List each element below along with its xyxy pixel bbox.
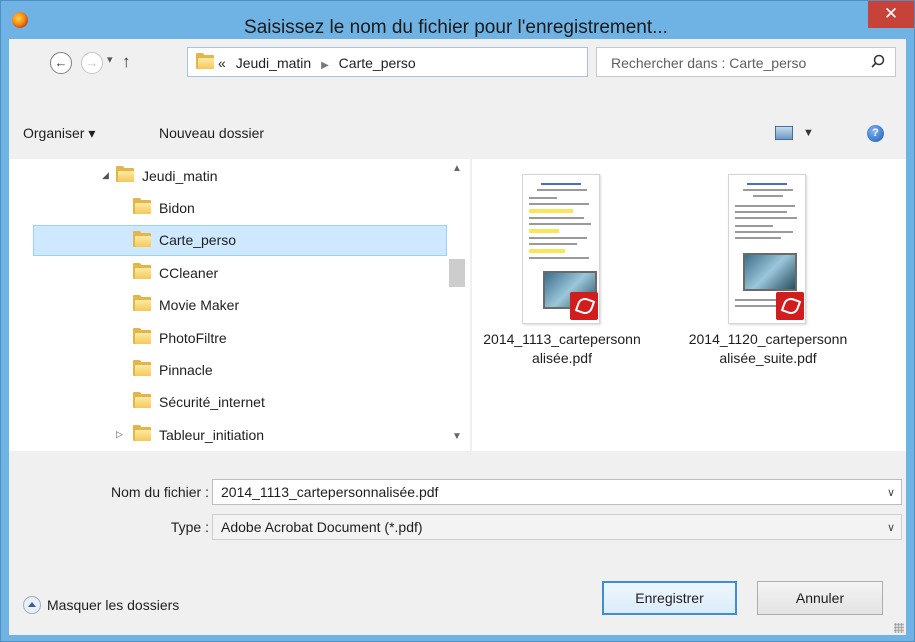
tree-item-carte-perso[interactable]: Carte_perso <box>33 225 447 256</box>
close-button[interactable]: ✕ <box>868 1 914 28</box>
tree-item-label: Carte_perso <box>159 232 237 248</box>
scroll-up-icon[interactable]: ▲ <box>452 163 462 174</box>
address-row: ← → ▾ ↑ « Jeudi_matin ▶ Carte_perso ∨ ↻ … <box>9 39 906 85</box>
tree-item-label: Bidon <box>159 200 195 216</box>
tree-item-pinnacle[interactable]: Pinnacle <box>9 355 447 386</box>
chevron-down-icon[interactable]: ∨ <box>887 521 895 534</box>
file-name: 2014_1120_cartepersonnalisée_suite.pdf <box>688 331 848 366</box>
breadcrumb[interactable]: « Jeudi_matin ▶ Carte_perso <box>218 55 416 71</box>
back-button[interactable]: ← <box>50 52 72 74</box>
tree-item-tableur-initiation[interactable]: ▷ Tableur_initiation <box>9 420 447 451</box>
breadcrumb-overflow[interactable]: « <box>218 55 226 71</box>
save-button[interactable]: Enregistrer <box>602 581 737 615</box>
organize-button[interactable]: Organiser ▾ <box>23 125 95 142</box>
folder-icon <box>133 392 151 408</box>
hide-folders-label: Masquer les dossiers <box>47 597 180 613</box>
filename-label: Nom du fichier : <box>110 484 209 500</box>
pdf-icon <box>570 292 598 320</box>
folder-icon <box>133 360 151 376</box>
file-item[interactable]: 2014_1113_cartepersonnalisée.pdf <box>482 174 642 414</box>
tree-item-bidon[interactable]: Bidon <box>9 193 447 224</box>
address-bar[interactable]: « Jeudi_matin ▶ Carte_perso ∨ ↻ <box>187 47 756 77</box>
command-bar: Organiser ▾ Nouveau dossier ▼ ? <box>9 117 906 151</box>
tree-item-jeudi-matin[interactable]: ◢ Jeudi_matin <box>9 161 447 192</box>
tree-item-label: Sécurité_internet <box>159 394 265 410</box>
breadcrumb-separator-icon[interactable]: ▶ <box>321 60 329 71</box>
up-arrow-icon[interactable]: ↑ <box>122 52 131 72</box>
file-item[interactable]: 2014_1120_cartepersonnalisée_suite.pdf <box>688 174 848 414</box>
breadcrumb-carte-perso[interactable]: Carte_perso <box>339 55 416 71</box>
file-list[interactable]: 2014_1113_cartepersonnalisée.pdf 2014_11… <box>472 159 906 451</box>
pdf-icon <box>776 292 804 320</box>
dialog-body: ← → ▾ ↑ « Jeudi_matin ▶ Carte_perso ∨ ↻ … <box>9 39 906 635</box>
search-placeholder: Rechercher dans : Carte_perso <box>611 55 807 71</box>
tree-item-photofiltre[interactable]: PhotoFiltre <box>9 323 447 354</box>
tree-item-label: PhotoFiltre <box>159 330 227 346</box>
filename-field[interactable]: 2014_1113_cartepersonnalisée.pdf ∨ <box>212 479 902 505</box>
forward-button[interactable]: → <box>81 52 103 74</box>
collapse-up-icon <box>23 596 41 614</box>
new-folder-button[interactable]: Nouveau dossier <box>159 125 264 141</box>
expand-icon[interactable]: ▷ <box>116 429 123 440</box>
tree-item-securite-internet[interactable]: Sécurité_internet <box>9 387 447 418</box>
folder-icon <box>196 53 214 69</box>
scrollbar-thumb[interactable] <box>449 259 465 287</box>
file-name: 2014_1113_cartepersonnalisée.pdf <box>483 331 641 366</box>
tree-item-movie-maker[interactable]: Movie Maker <box>9 290 447 321</box>
folder-icon <box>133 328 151 344</box>
resize-grip-icon[interactable] <box>894 623 904 633</box>
file-type-select[interactable]: Adobe Acrobat Document (*.pdf) ∨ <box>212 514 902 540</box>
folder-icon <box>116 166 134 182</box>
breadcrumb-jeudi-matin[interactable]: Jeudi_matin <box>236 55 312 71</box>
chevron-down-icon[interactable]: ∨ <box>887 486 895 499</box>
filename-value[interactable]: 2014_1113_cartepersonnalisée.pdf <box>221 484 438 500</box>
cancel-button[interactable]: Annuler <box>757 581 883 615</box>
file-type-value: Adobe Acrobat Document (*.pdf) <box>221 519 423 535</box>
dialog-title: Saisissez le nom du fichier pour l'enreg… <box>244 17 668 38</box>
folder-icon <box>133 231 151 247</box>
tree-item-label: Jeudi_matin <box>142 168 218 184</box>
recent-locations-chevron-icon[interactable]: ▾ <box>107 53 113 66</box>
view-dropdown-icon[interactable]: ▼ <box>803 127 814 139</box>
help-icon[interactable]: ? <box>867 125 884 142</box>
folder-icon <box>133 263 151 279</box>
tree-item-label: CCleaner <box>159 265 219 281</box>
folder-icon <box>133 295 151 311</box>
tree-item-label: Tableur_initiation <box>159 427 265 443</box>
scroll-down-icon[interactable]: ▼ <box>452 431 462 442</box>
navigation-pane[interactable]: ◢ Jeudi_matin Bidon Carte_perso CCleaner… <box>9 159 470 451</box>
search-input[interactable]: Rechercher dans : Carte_perso <box>596 47 896 77</box>
search-icon[interactable] <box>871 54 885 68</box>
tree-scrollbar[interactable]: ▲ ▼ <box>447 159 467 451</box>
folder-icon <box>133 425 151 441</box>
save-dialog: Saisissez le nom du fichier pour l'enreg… <box>0 0 915 642</box>
title-bar[interactable]: Saisissez le nom du fichier pour l'enreg… <box>1 1 914 38</box>
expand-icon[interactable]: ◢ <box>102 170 109 181</box>
tree-item-ccleaner[interactable]: CCleaner <box>9 258 447 289</box>
screenshot-thumbnail <box>743 253 797 291</box>
folder-icon <box>133 198 151 214</box>
firefox-icon <box>12 12 28 28</box>
tree-item-label: Pinnacle <box>159 362 213 378</box>
type-label: Type : <box>170 519 209 535</box>
tree-item-label: Movie Maker <box>159 297 240 313</box>
view-options-icon[interactable] <box>775 126 793 140</box>
